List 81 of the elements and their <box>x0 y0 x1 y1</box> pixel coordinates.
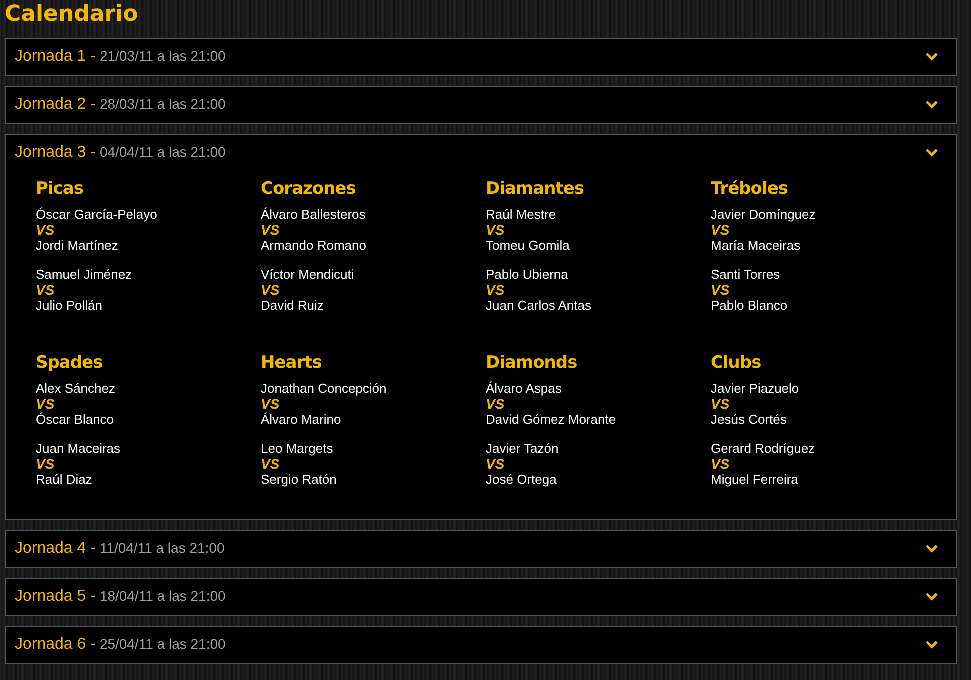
round-title: Jornada 2 - <box>15 95 96 115</box>
versus-label: VS <box>261 223 280 238</box>
round-date: 25/04/11 a las 21:00 <box>100 635 226 654</box>
round-header[interactable]: Jornada 1 - 21/03/11 a las 21:00 <box>6 39 956 75</box>
player-name: Álvaro Aspas <box>486 381 562 397</box>
versus-label: VS <box>711 283 730 298</box>
versus-label: VS <box>36 397 55 412</box>
player-name: Jordi Martínez <box>36 238 118 254</box>
player-name: Víctor Mendicuti <box>261 267 354 283</box>
player-name: Juan Carlos Antas <box>486 298 592 314</box>
round-title: Jornada 6 - <box>15 635 96 655</box>
versus-label: VS <box>711 223 730 238</box>
player-name: Raúl Mestre <box>486 207 556 223</box>
player-name: Álvaro Ballesteros <box>261 207 366 223</box>
group-heading: Spades <box>36 353 104 373</box>
player-name: Leo Margets <box>261 441 334 457</box>
player-name: Jonathan Concepción <box>261 381 387 397</box>
group-heading: Hearts <box>261 353 323 373</box>
group-heading: Clubs <box>711 353 762 373</box>
player-name: Álvaro Marino <box>261 412 342 428</box>
player-name: José Ortega <box>486 472 557 488</box>
chevron-down-icon <box>926 641 938 649</box>
versus-label: VS <box>486 457 505 472</box>
player-name: Jesús Cortés <box>711 412 787 428</box>
player-name: Julio Pollán <box>36 298 102 314</box>
versus-label: VS <box>261 283 280 298</box>
round-title: Jornada 3 - <box>15 143 96 163</box>
group-heading: Picas <box>36 179 84 199</box>
group-heading: Corazones <box>261 179 357 199</box>
player-name: Juan Maceiras <box>36 441 121 457</box>
player-name: Samuel Jiménez <box>36 267 132 283</box>
versus-label: VS <box>486 283 505 298</box>
player-name: Santi Torres <box>711 267 780 283</box>
page-title: Calendario <box>4 1 138 29</box>
chevron-down-icon <box>926 53 938 61</box>
group-heading: Tréboles <box>711 179 789 199</box>
versus-label: VS <box>261 397 280 412</box>
player-name: Miguel Ferreira <box>711 472 798 488</box>
versus-label: VS <box>711 397 730 412</box>
round-title: Jornada 1 - <box>15 47 96 67</box>
versus-label: VS <box>36 283 55 298</box>
player-name: Javier Domínguez <box>711 207 816 223</box>
round-header[interactable]: Jornada 5 - 18/04/11 a las 21:00 <box>6 579 956 615</box>
group-heading: Diamantes <box>486 179 585 199</box>
player-name: Óscar Blanco <box>36 412 114 428</box>
chevron-down-icon <box>926 593 938 601</box>
player-name: María Maceiras <box>711 238 801 254</box>
round-title: Jornada 5 - <box>15 587 96 607</box>
round-header[interactable]: Jornada 2 - 28/03/11 a las 21:00 <box>6 87 956 123</box>
round-date: 11/04/11 a las 21:00 <box>100 539 225 558</box>
player-name: Sergio Ratón <box>261 472 337 488</box>
round-date: 04/04/11 a las 21:00 <box>100 143 226 162</box>
versus-label: VS <box>486 397 505 412</box>
chevron-down-icon <box>926 101 938 109</box>
round-date: 18/04/11 a las 21:00 <box>100 587 226 606</box>
player-name: Alex Sánchez <box>36 381 116 397</box>
player-name: Óscar García-Pelayo <box>36 207 158 223</box>
chevron-down-icon <box>926 149 938 157</box>
versus-label: VS <box>36 223 55 238</box>
group-heading: Diamonds <box>486 353 578 373</box>
round-date: 21/03/11 a las 21:00 <box>100 47 226 66</box>
player-name: Armando Romano <box>261 238 366 254</box>
player-name: Tomeu Gomila <box>486 238 570 254</box>
versus-label: VS <box>36 457 55 472</box>
player-name: Pablo Blanco <box>711 298 788 314</box>
versus-label: VS <box>711 457 730 472</box>
round-header[interactable]: Jornada 6 - 25/04/11 a las 21:00 <box>6 627 956 663</box>
round-header[interactable]: Jornada 4 - 11/04/11 a las 21:00 <box>6 531 956 567</box>
chevron-down-icon <box>926 545 938 553</box>
player-name: Javier Piazuelo <box>711 381 800 397</box>
player-name: David Gómez Morante <box>486 412 616 428</box>
versus-label: VS <box>261 457 280 472</box>
round-title: Jornada 4 - <box>15 539 96 559</box>
round-header[interactable]: Jornada 3 - 04/04/11 a las 21:00 <box>6 135 956 171</box>
player-name: Pablo Ubierna <box>486 267 568 283</box>
player-name: Javier Tazón <box>486 441 559 457</box>
round-date: 28/03/11 a las 21:00 <box>100 95 226 114</box>
player-name: Gerard Rodríguez <box>711 441 816 457</box>
player-name: Raúl Diaz <box>36 472 92 488</box>
versus-label: VS <box>486 223 505 238</box>
player-name: David Ruiz <box>261 298 324 314</box>
